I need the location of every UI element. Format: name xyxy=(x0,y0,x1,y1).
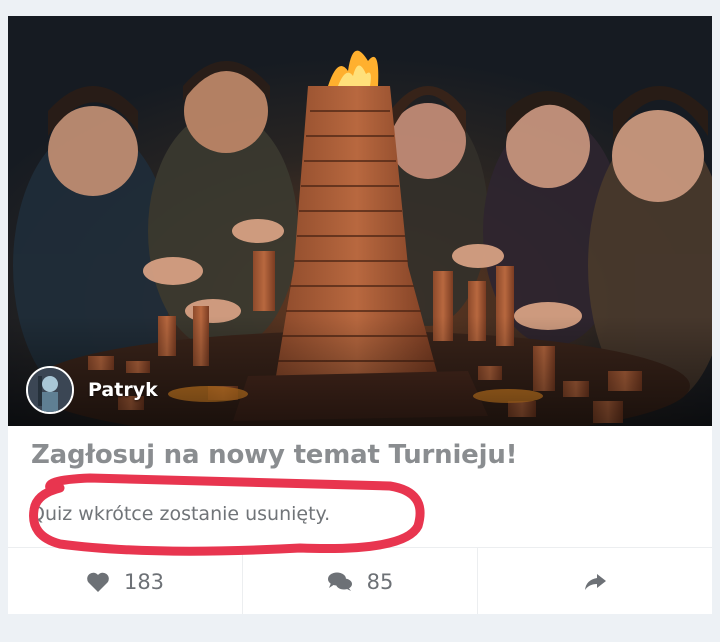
author-badge[interactable]: Patryk xyxy=(26,364,158,416)
share-icon xyxy=(585,573,606,590)
comments-icon xyxy=(327,572,352,591)
comments-button[interactable]: 85 xyxy=(242,548,477,614)
author-avatar[interactable] xyxy=(26,366,74,414)
quiz-card[interactable]: Patryk Zagłosuj na nowy temat Turnieju! … xyxy=(8,16,712,614)
like-button[interactable]: 183 xyxy=(8,548,242,614)
quiz-cover-image[interactable]: Patryk xyxy=(8,16,712,426)
heart-icon xyxy=(87,572,109,592)
quiz-description: Quiz wkrótce zostanie usunięty. xyxy=(30,503,331,525)
author-name[interactable]: Patryk xyxy=(88,379,158,401)
comment-count: 85 xyxy=(366,569,394,594)
quiz-title[interactable]: Zagłosuj na nowy temat Turnieju! xyxy=(31,440,691,470)
card-actions: 183 85 xyxy=(8,547,712,614)
like-count: 183 xyxy=(123,569,165,594)
share-button[interactable] xyxy=(477,548,712,614)
